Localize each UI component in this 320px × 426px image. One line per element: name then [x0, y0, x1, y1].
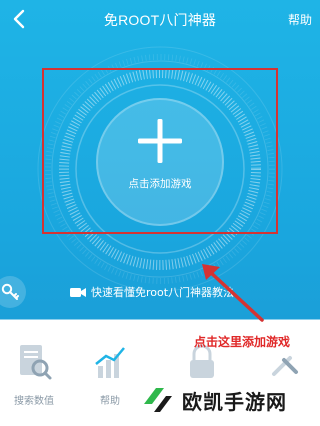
watermark: 欧凯手游网 [140, 378, 320, 422]
tool-label: 搜索数值 [14, 396, 54, 407]
highlight-box [42, 68, 278, 234]
chart-icon [95, 347, 125, 378]
chevron-left-icon [13, 9, 25, 29]
tool-help[interactable]: 帮助 [80, 342, 140, 407]
top-bar: 免ROOT八门神器 帮助 [0, 0, 320, 40]
tool-search-values[interactable]: 搜索数值 [4, 342, 64, 407]
page-title: 免ROOT八门神器 [103, 12, 217, 28]
app-screen: 免ROOT八门神器 帮助 点击添加游戏 快速看懂免root八门神器教法 搜索数值… [0, 0, 320, 426]
video-camera-icon [70, 287, 86, 297]
back-button[interactable] [6, 6, 32, 32]
annotation-label: 点击这里添加游戏 [194, 335, 291, 349]
tool-label: 帮助 [100, 396, 120, 407]
annotation-arrow [202, 264, 264, 322]
watermark-text: 欧凯手游网 [182, 389, 287, 414]
search-document-icon [20, 345, 52, 380]
help-button[interactable]: 帮助 [288, 11, 312, 28]
watermark-logo-icon [144, 388, 172, 412]
key-icon [1, 283, 19, 300]
